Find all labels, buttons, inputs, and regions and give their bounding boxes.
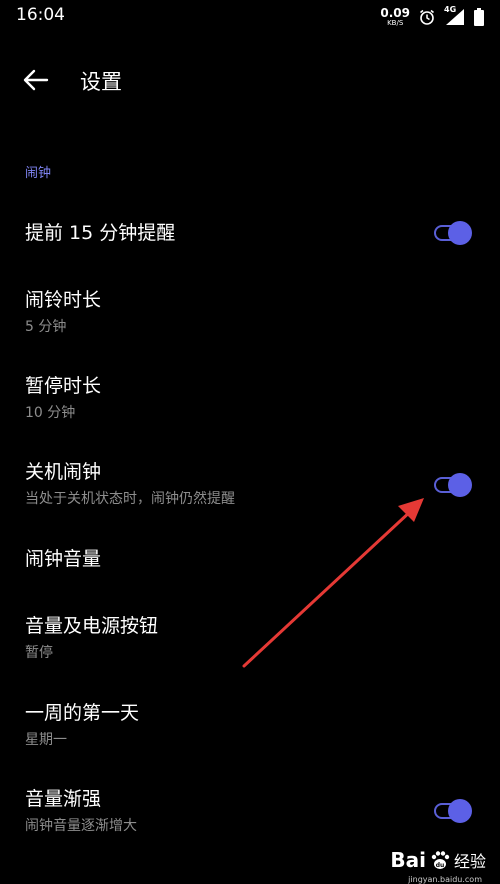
status-bar: 16:04 0.09 KB/S 4G bbox=[0, 0, 500, 34]
network-speed-unit: KB/S bbox=[387, 19, 404, 27]
logo-suffix: du bbox=[436, 862, 445, 869]
setting-title: 暂停时长 bbox=[25, 375, 102, 397]
setting-power-off-alarm[interactable]: 关机闹钟 当处于关机状态时，闹钟仍然提醒 bbox=[0, 444, 500, 524]
screen: 16:04 0.09 KB/S 4G 设置 闹钟 提前 15 分钟提醒 闹铃时长… bbox=[0, 0, 500, 884]
status-time: 16:04 bbox=[16, 5, 65, 25]
network-speed: 0.09 KB/S bbox=[380, 7, 410, 27]
setting-subtitle: 星期一 bbox=[25, 732, 67, 748]
baidu-logo: Bai bbox=[390, 848, 426, 872]
setting-gradual-volume[interactable]: 音量渐强 闹钟音量逐渐增大 bbox=[0, 770, 500, 850]
setting-title: 闹铃时长 bbox=[25, 289, 102, 311]
page-title: 设置 bbox=[80, 70, 122, 94]
setting-title: 闹钟音量 bbox=[25, 548, 102, 570]
paw-icon: du bbox=[431, 851, 450, 869]
setting-volume-power-buttons[interactable]: 音量及电源按钮 暂停 bbox=[0, 598, 500, 678]
alarm-icon bbox=[420, 9, 434, 25]
baidu-watermark: Bai du 经验 bbox=[390, 848, 486, 872]
baidu-jingyan-text: 经验 bbox=[453, 852, 486, 871]
toggle-thumb bbox=[448, 799, 472, 823]
network-speed-value: 0.09 bbox=[380, 6, 410, 20]
section-header-alarm: 闹钟 bbox=[25, 166, 52, 181]
gradual-volume-toggle[interactable] bbox=[432, 799, 472, 823]
signal-icon: 4G bbox=[444, 5, 466, 26]
setting-title: 音量及电源按钮 bbox=[25, 615, 159, 637]
network-type: 4G bbox=[444, 5, 457, 14]
setting-subtitle: 当处于关机状态时，闹钟仍然提醒 bbox=[25, 491, 235, 507]
setting-title: 音量渐强 bbox=[25, 788, 102, 810]
setting-subtitle: 暂停 bbox=[25, 645, 53, 661]
arrow-left-icon bbox=[23, 69, 49, 91]
setting-title: 一周的第一天 bbox=[25, 702, 140, 724]
toggle-thumb bbox=[448, 221, 472, 245]
back-button[interactable] bbox=[16, 64, 56, 96]
battery-icon bbox=[474, 8, 484, 26]
setting-subtitle: 5 分钟 bbox=[25, 319, 67, 335]
setting-subtitle: 10 分钟 bbox=[25, 405, 76, 421]
setting-snooze-duration[interactable]: 暂停时长 10 分钟 bbox=[0, 358, 500, 438]
remind-15min-toggle[interactable] bbox=[432, 221, 472, 245]
setting-ring-duration[interactable]: 闹铃时长 5 分钟 bbox=[0, 272, 500, 352]
setting-title: 关机闹钟 bbox=[25, 461, 102, 483]
setting-remind-15min[interactable]: 提前 15 分钟提醒 bbox=[0, 200, 500, 266]
toggle-thumb bbox=[448, 473, 472, 497]
setting-subtitle: 闹钟音量逐渐增大 bbox=[25, 818, 137, 834]
status-icons: 0.09 KB/S 4G bbox=[380, 4, 484, 30]
power-off-alarm-toggle[interactable] bbox=[432, 473, 472, 497]
setting-title: 提前 15 分钟提醒 bbox=[25, 222, 176, 244]
app-bar: 设置 bbox=[0, 54, 500, 106]
setting-alarm-volume[interactable]: 闹钟音量 bbox=[0, 530, 500, 594]
watermark-url: jingyan.baidu.com bbox=[408, 875, 482, 884]
setting-first-day-of-week[interactable]: 一周的第一天 星期一 bbox=[0, 684, 500, 764]
